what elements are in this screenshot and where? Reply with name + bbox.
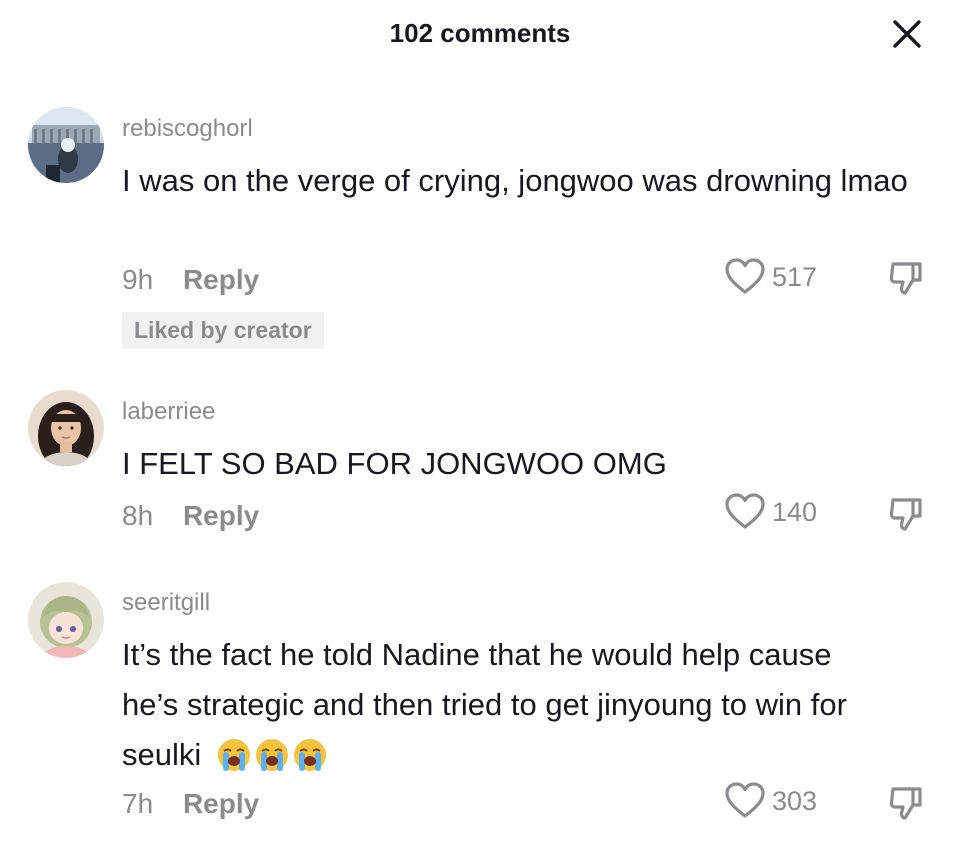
heart-icon [725, 493, 765, 529]
loudly-crying-face-emoji [216, 737, 252, 773]
heart-icon [725, 258, 765, 294]
comment-text-line: It’s the fact he told Nadine that he wou… [122, 637, 832, 672]
avatar[interactable] [28, 390, 104, 466]
like-button[interactable]: 517 [724, 257, 817, 297]
thumbs-down-icon[interactable] [886, 494, 926, 534]
reply-button[interactable]: Reply [183, 788, 259, 820]
avatar[interactable] [28, 582, 104, 658]
heart-icon [725, 782, 765, 818]
comment-time: 7h [122, 788, 154, 819]
avatar[interactable] [28, 107, 104, 183]
comment-time: 8h [122, 500, 154, 531]
comment-meta: 9h Reply [122, 264, 259, 296]
like-count: 303 [772, 785, 818, 816]
thumbs-down-icon[interactable] [886, 783, 926, 823]
comment-username[interactable]: laberriee [122, 398, 215, 426]
loudly-crying-face-emoji [292, 737, 328, 773]
comments-count-title: 102 comments [389, 18, 571, 48]
comment-text-line: seulki [122, 730, 922, 780]
comment-text-line: he’s strategic and then tried to get jin… [122, 687, 847, 722]
comment-meta: 7h Reply [122, 788, 259, 820]
like-button[interactable]: 303 [724, 781, 817, 821]
comment-text: It’s the fact he told Nadine that he wou… [122, 630, 922, 780]
comment-username[interactable]: seeritgill [122, 589, 210, 617]
close-icon[interactable] [889, 16, 925, 52]
comment-time: 9h [122, 264, 154, 295]
comment-username[interactable]: rebiscoghorl [122, 115, 253, 143]
like-button[interactable]: 140 [724, 492, 817, 532]
comment-meta: 8h Reply [122, 500, 259, 532]
thumbs-down-icon[interactable] [886, 258, 926, 298]
reply-button[interactable]: Reply [183, 264, 259, 296]
comment-text: I FELT SO BAD FOR JONGWOO OMG [122, 446, 667, 481]
reply-button[interactable]: Reply [183, 500, 259, 532]
liked-by-creator-badge: Liked by creator [122, 312, 324, 349]
comment-text: I was on the verge of crying, jongwoo wa… [122, 163, 908, 198]
like-count: 140 [772, 496, 818, 527]
comment-text-end: seulki [122, 737, 202, 772]
comments-header: 102 comments [0, 0, 960, 70]
like-count: 517 [772, 261, 818, 292]
loudly-crying-face-emoji [254, 737, 290, 773]
